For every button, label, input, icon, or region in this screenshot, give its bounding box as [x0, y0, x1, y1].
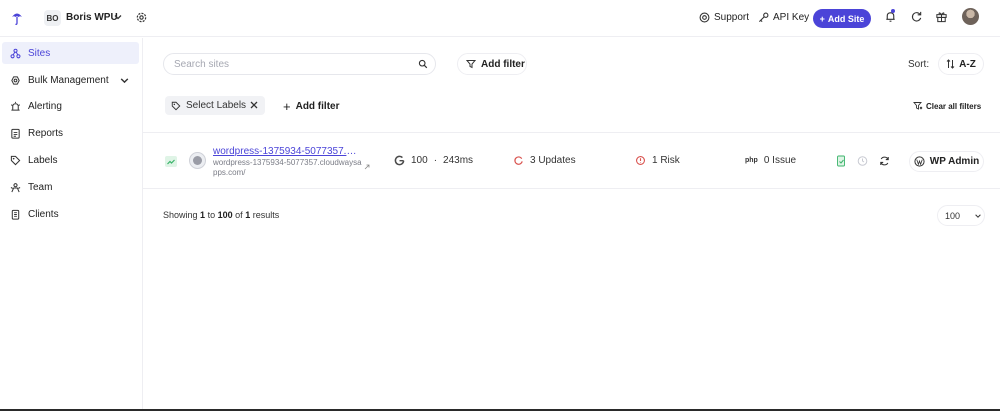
google-icon [394, 155, 405, 166]
add-filter-button[interactable]: Add filter [457, 53, 527, 75]
per-page-select[interactable]: 100 [937, 205, 985, 226]
gift-icon[interactable] [935, 10, 948, 23]
gear-icon[interactable] [135, 11, 148, 24]
sidebar-item-label: Alerting [28, 100, 62, 112]
sidebar-item-label: Sites [28, 47, 51, 59]
search-icon[interactable] [418, 59, 428, 69]
add-site-label: Add Site [827, 13, 865, 24]
filter-clear-icon [913, 102, 923, 110]
table-row[interactable]: wordpress-1375934-5077357.clo... wordpre… [143, 132, 1000, 189]
wp-admin-label: WP Admin [929, 156, 980, 167]
results-summary: Showing 1 to 100 of 1 results [163, 210, 279, 220]
close-icon[interactable] [249, 100, 259, 110]
clear-all-filters-label: Clear all filters [926, 101, 982, 111]
clock-icon[interactable] [857, 155, 868, 167]
bulk-icon [11, 75, 20, 85]
sidebar-item-bulk-management[interactable]: Bulk Management [2, 69, 139, 91]
results-total: 1 [245, 210, 251, 220]
search-box[interactable] [163, 53, 436, 75]
sidebar-item-labels[interactable]: Labels [2, 149, 139, 171]
external-link-icon[interactable] [364, 164, 370, 170]
site-url: wordpress-1375934-5077357.cloudwaysapps.… [213, 158, 362, 177]
filter-icon [466, 60, 476, 69]
workspace-name[interactable]: Boris WPU [66, 12, 118, 23]
results-word: results [252, 210, 280, 220]
updates-metric[interactable]: 3 Updates [513, 155, 576, 166]
sidebar-item-label: Team [28, 181, 53, 193]
sort-icon [946, 59, 955, 69]
php-icon: php [745, 157, 758, 164]
label-icon [10, 155, 21, 165]
api-key-label: API Key [773, 12, 810, 23]
chevron-down-icon [120, 78, 129, 84]
php-issue-metric[interactable]: php 0 Issue [745, 155, 796, 166]
user-avatar[interactable] [962, 8, 979, 25]
site-title-link[interactable]: wordpress-1375934-5077357.clo... [213, 146, 361, 157]
sort-label: Sort: [908, 59, 930, 70]
add-filter-label: Add filter [295, 101, 340, 112]
risk-metric[interactable]: 1 Risk [635, 155, 680, 166]
sidebar-item-label: Reports [28, 127, 64, 139]
results-from: 1 [200, 210, 206, 220]
top-bar: BO Boris WPU Support API Key + Add Site [0, 0, 1000, 37]
add-filter-label: Add filter [481, 58, 525, 70]
sidebar-item-label: Clients [28, 208, 59, 220]
clients-icon [11, 209, 20, 220]
sidebar-item-label: Bulk Management [28, 74, 109, 86]
load-time: 243ms [443, 155, 474, 166]
risk-count: 1 Risk [652, 155, 680, 166]
team-icon [10, 182, 21, 192]
dot-separator: · [433, 155, 438, 166]
lifebuoy-icon [699, 12, 710, 23]
select-labels-label: Select Labels [186, 100, 247, 111]
sync-icon[interactable] [879, 155, 890, 167]
workspace-badge[interactable]: BO [44, 10, 61, 26]
performance-metric[interactable]: 100 · 243ms [394, 155, 473, 166]
sidebar-item-team[interactable]: Team [2, 176, 139, 198]
of-word: of [235, 210, 243, 220]
search-input[interactable] [174, 54, 404, 74]
sidebar-item-reports[interactable]: Reports [2, 122, 139, 144]
to-word: to [207, 210, 216, 220]
reports-icon [11, 128, 20, 139]
shield-warning-icon [636, 156, 645, 165]
site-favicon [189, 152, 206, 169]
sidebar-item-label: Labels [28, 154, 58, 166]
chevron-down-icon[interactable] [113, 12, 123, 22]
tag-icon [171, 101, 181, 110]
sidebar: Sites Bulk Management Alerting Reports L… [0, 38, 143, 411]
api-key-link[interactable]: API Key [758, 12, 809, 23]
issue-count: 0 Issue [763, 155, 797, 166]
wordpress-icon [914, 156, 925, 167]
performance-score: 100 [411, 155, 428, 166]
add-site-button[interactable]: + Add Site [813, 9, 871, 28]
wp-admin-button[interactable]: WP Admin [909, 151, 984, 172]
add-filter-button-secondary[interactable]: + Add filter [283, 99, 339, 114]
sites-icon [10, 48, 21, 58]
backup-icon[interactable] [836, 155, 847, 167]
per-page-value: 100 [945, 210, 961, 221]
support-link[interactable]: Support [699, 12, 749, 23]
refresh-icon[interactable] [910, 10, 923, 23]
support-label: Support [714, 12, 750, 23]
showing-prefix: Showing [163, 210, 198, 220]
plus-icon: + [819, 13, 825, 24]
updates-icon [514, 156, 523, 165]
alert-icon [11, 101, 20, 111]
plus-icon: + [283, 99, 291, 114]
results-to: 100 [217, 210, 233, 220]
clear-all-filters-button[interactable]: Clear all filters [913, 101, 981, 111]
sidebar-item-clients[interactable]: Clients [2, 203, 139, 225]
sort-value: A-Z [959, 58, 976, 70]
updates-count: 3 Updates [530, 155, 576, 166]
notification-dot [891, 9, 895, 13]
key-icon [758, 12, 769, 23]
sidebar-item-sites[interactable]: Sites [2, 42, 139, 64]
chevron-down-icon [975, 213, 981, 218]
umbrella-logo-icon[interactable] [11, 10, 23, 26]
status-up-icon [165, 156, 177, 167]
sort-button[interactable]: A-Z [938, 53, 984, 75]
sidebar-item-alerting[interactable]: Alerting [2, 95, 139, 117]
